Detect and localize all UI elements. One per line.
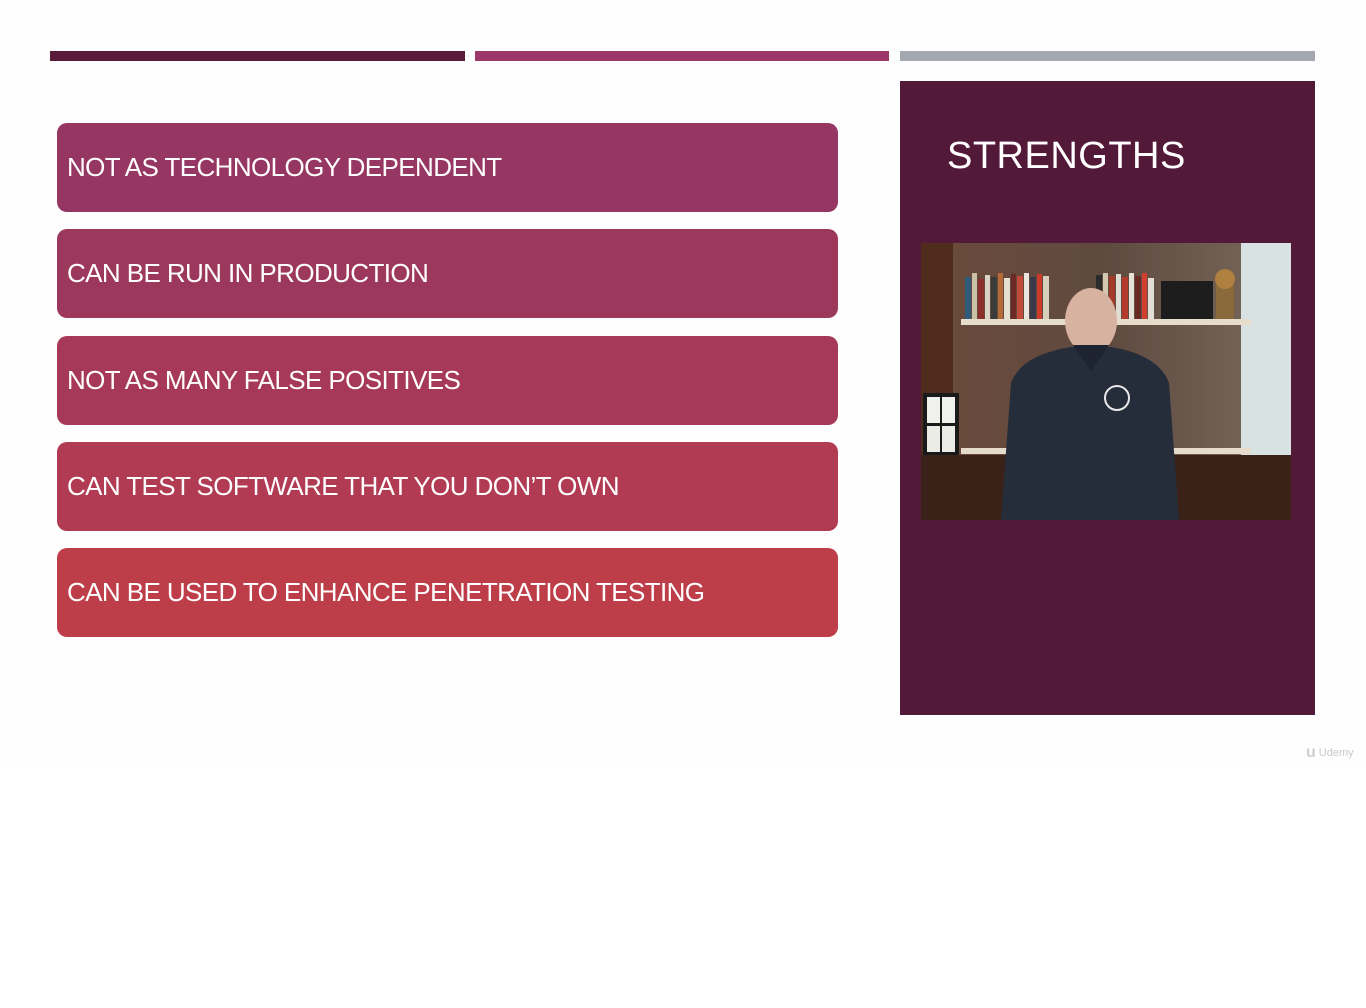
slide: NOT AS TECHNOLOGY DEPENDENT CAN BE RUN I… (0, 0, 1366, 768)
bullet-2-text: CAN BE RUN IN PRODUCTION (67, 258, 429, 288)
strengths-panel: STRENGTHS (900, 81, 1315, 715)
bullet-1-text: NOT AS TECHNOLOGY DEPENDENT (67, 152, 502, 182)
bullet-1: NOT AS TECHNOLOGY DEPENDENT (57, 123, 838, 212)
bullet-4: CAN TEST SOFTWARE THAT YOU DON’T OWN (57, 442, 838, 531)
bullet-2: CAN BE RUN IN PRODUCTION (57, 229, 838, 318)
udemy-watermark: u Udemy (1306, 744, 1354, 762)
bullet-4-text: CAN TEST SOFTWARE THAT YOU DON’T OWN (67, 471, 620, 501)
top-bar-gray (900, 51, 1315, 61)
presenter-video-frame (921, 243, 1291, 520)
lamp (923, 393, 959, 455)
top-bar-dark (50, 51, 465, 61)
bullet-3: NOT AS MANY FALSE POSITIVES (57, 336, 838, 425)
udemy-logo-icon: u (1306, 744, 1316, 761)
bullet-5: CAN BE USED TO ENHANCE PENETRATION TESTI… (57, 548, 838, 637)
top-bar-magenta (475, 51, 889, 61)
bullet-3-text: NOT AS MANY FALSE POSITIVES (67, 365, 461, 395)
presenter-video[interactable] (921, 243, 1291, 520)
udemy-watermark-text: Udemy (1318, 747, 1354, 759)
panel-title: STRENGTHS (947, 135, 1186, 177)
bullet-5-text: CAN BE USED TO ENHANCE PENETRATION TESTI… (67, 577, 705, 607)
